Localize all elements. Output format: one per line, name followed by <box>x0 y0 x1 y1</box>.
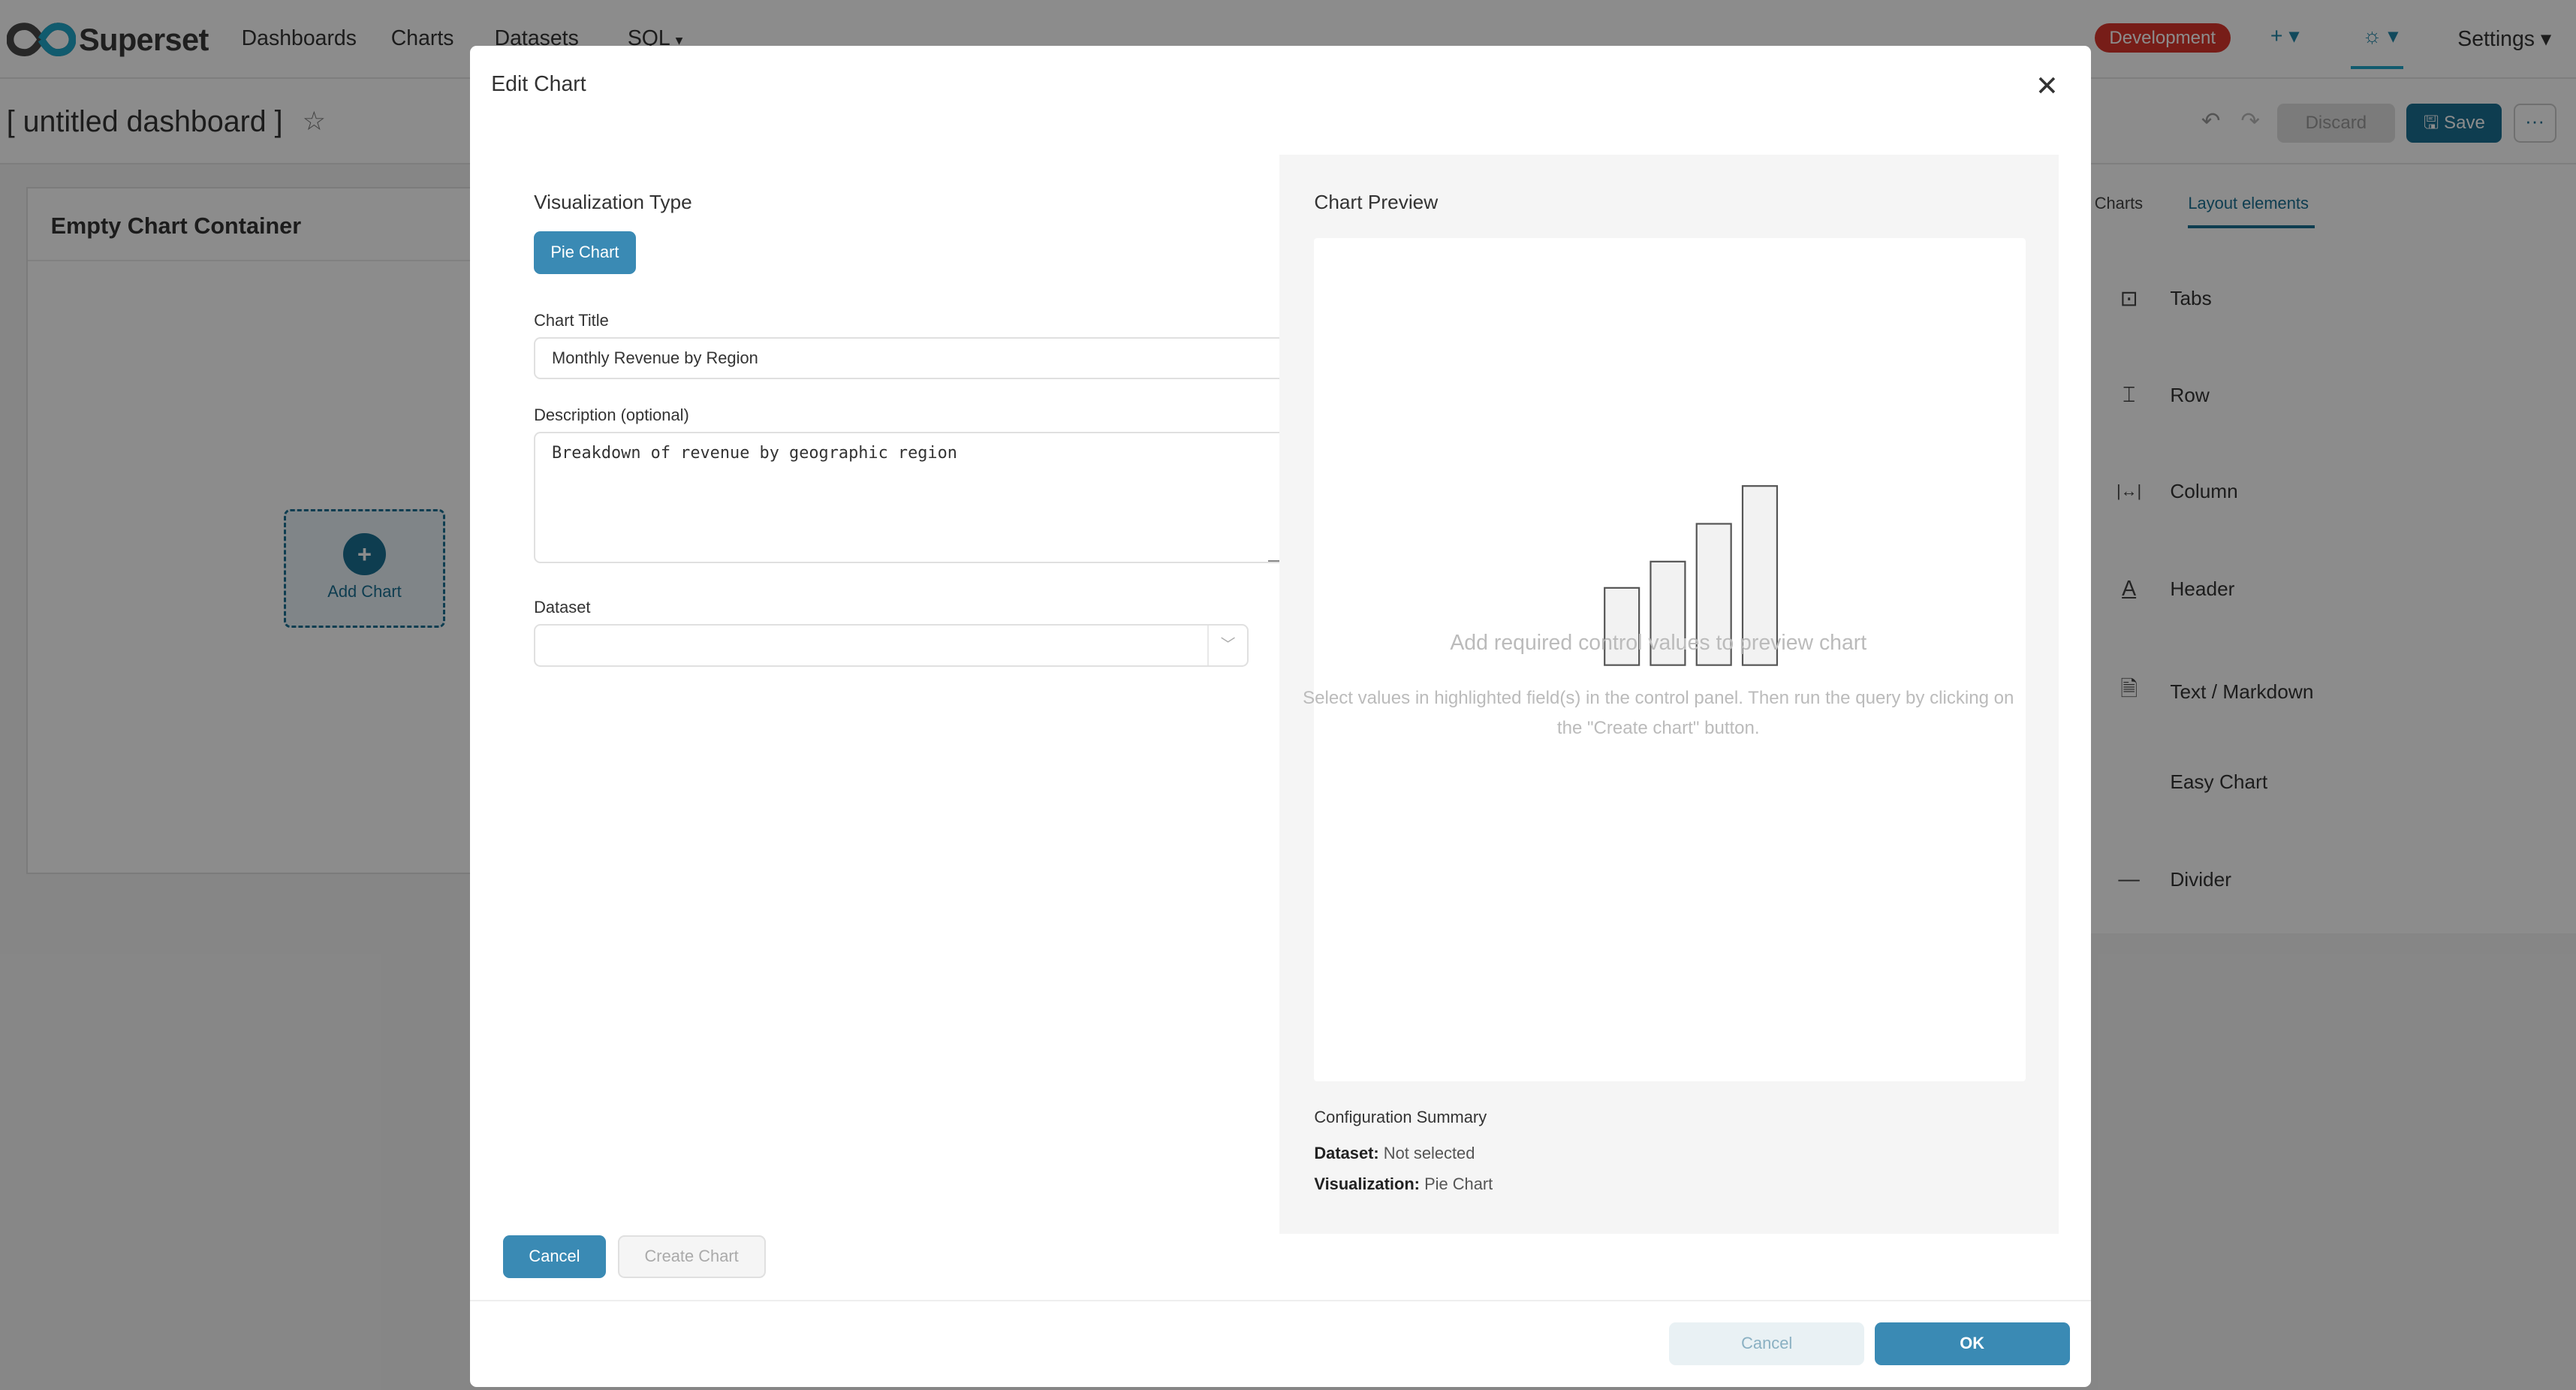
viz-type-label: Visualization Type <box>534 190 692 213</box>
config-summary-title: Configuration Summary <box>1314 1107 1487 1126</box>
chart-title-label: Chart Title <box>534 310 609 330</box>
close-icon[interactable]: ✕ <box>2035 69 2059 102</box>
create-chart-button[interactable]: Create Chart <box>617 1235 766 1279</box>
config-dataset-key: Dataset: <box>1314 1143 1379 1162</box>
config-viz-value: Pie Chart <box>1424 1174 1493 1194</box>
chevron-down-icon: ﹀ <box>1207 626 1247 665</box>
modal-title: Edit Chart <box>491 72 586 97</box>
footer-cancel-button[interactable]: Cancel <box>1669 1322 1865 1366</box>
empty-state-description: Select values in highlighted field(s) in… <box>1303 688 2014 738</box>
description-label: Description (optional) <box>534 406 689 425</box>
config-viz-key: Visualization: <box>1314 1174 1420 1194</box>
edit-chart-modal: Edit Chart ✕ Visualization Type Pie Char… <box>469 46 2092 1387</box>
config-dataset-value: Not selected <box>1383 1143 1475 1162</box>
chart-preview-panel: Chart Preview Add required control value… <box>1279 154 2059 1235</box>
dataset-label: Dataset <box>534 598 591 617</box>
ok-button[interactable]: OK <box>1874 1322 2070 1366</box>
cancel-button[interactable]: Cancel <box>502 1235 607 1279</box>
empty-state-title: Add required control values to preview c… <box>1450 631 1867 656</box>
modal-footer-divider <box>469 1299 2092 1301</box>
chart-title-input[interactable] <box>534 336 1280 380</box>
config-visualization: Visualization: Pie Chart <box>1314 1174 1493 1194</box>
config-dataset: Dataset: Not selected <box>1314 1144 1475 1163</box>
preview-title: Chart Preview <box>1314 190 1439 213</box>
viz-type-pie-chart-button[interactable]: Pie Chart <box>534 231 636 275</box>
preview-canvas <box>1314 238 2026 1081</box>
description-textarea[interactable]: Breakdown of revenue by geographic regio… <box>534 432 1280 564</box>
dataset-select[interactable]: ﹀ <box>534 624 1249 668</box>
